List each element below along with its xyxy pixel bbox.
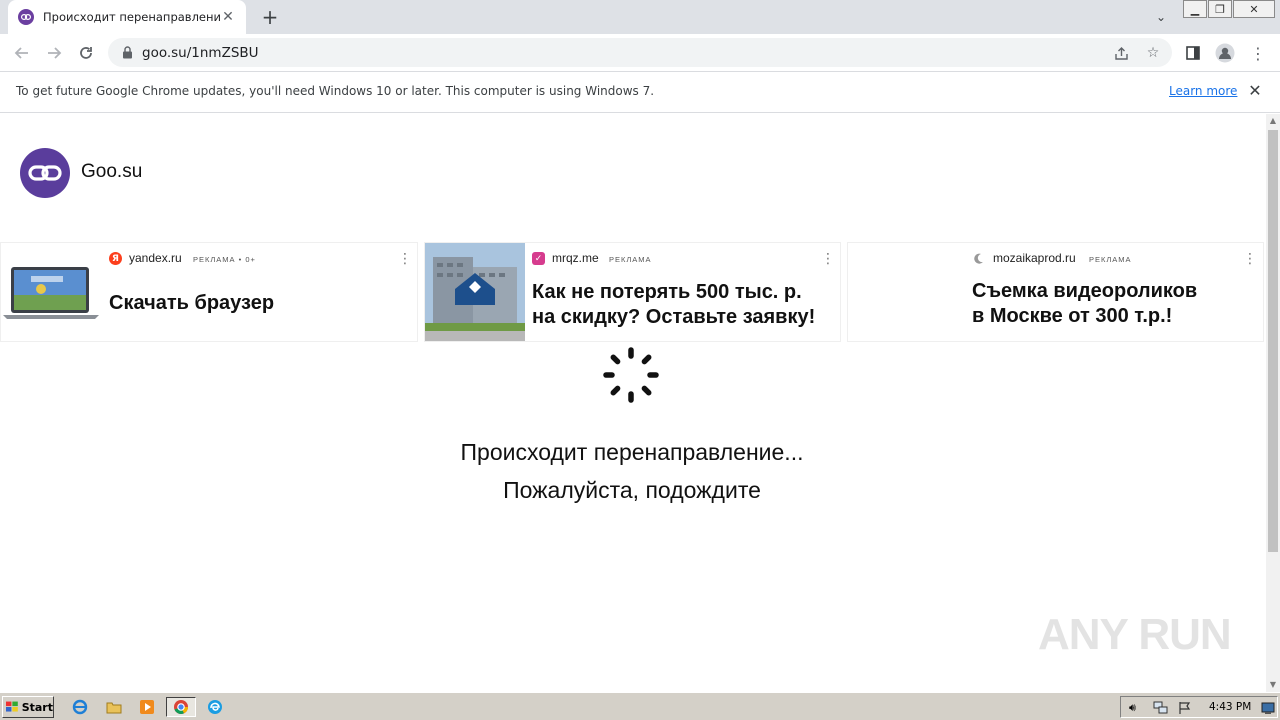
bookmark-star-icon[interactable]: ☆ bbox=[1144, 44, 1162, 62]
system-tray: 🔊︎ 4:43 PM bbox=[1120, 696, 1278, 718]
tab-title: Происходит перенаправление bbox=[43, 10, 220, 24]
ad-title-line1: Как не потерять 500 тыс. р. bbox=[532, 281, 802, 303]
ad-label: РЕКЛАМА • 0+ bbox=[193, 255, 256, 264]
ad-menu-icon[interactable]: ⋮ bbox=[398, 251, 412, 267]
ad-title: Скачать браузер bbox=[109, 292, 275, 314]
ad-card-mrqz[interactable]: ✓ mrqz.me РЕКЛАМА ⋮ Как не потерять 500 … bbox=[424, 242, 841, 342]
close-window-button[interactable]: ✕ bbox=[1233, 0, 1275, 18]
tab-search-chevron-icon[interactable]: ⌄ bbox=[1150, 6, 1172, 28]
laptop-image bbox=[1, 243, 101, 341]
taskbar-clock[interactable]: 4:43 PM bbox=[1209, 701, 1251, 713]
side-panel-icon[interactable] bbox=[1180, 40, 1206, 66]
scroll-up-arrow-icon[interactable]: ▲ bbox=[1266, 114, 1280, 128]
page-scrollbar[interactable]: ▲ ▼ bbox=[1266, 114, 1280, 692]
back-button[interactable] bbox=[9, 40, 35, 66]
forward-button[interactable] bbox=[41, 40, 67, 66]
ad-domain: mrqz.me bbox=[552, 251, 599, 265]
yandex-favicon-icon: Я bbox=[109, 252, 122, 265]
action-center-flag-icon[interactable] bbox=[1178, 700, 1192, 719]
building-image bbox=[425, 243, 525, 341]
volume-icon[interactable]: 🔊︎ bbox=[1129, 701, 1136, 715]
ad-title-line2: в Москве от 300 т.р.! bbox=[972, 305, 1173, 327]
restore-button[interactable]: ❐ bbox=[1208, 0, 1232, 18]
scroll-thumb[interactable] bbox=[1268, 130, 1278, 552]
ad-card-mozaikaprod[interactable]: mozaikaprod.ru РЕКЛАМА ⋮ Съемка видеорол… bbox=[847, 242, 1264, 342]
explorer-folder-icon[interactable] bbox=[103, 697, 125, 717]
windows-logo-icon bbox=[6, 701, 18, 712]
show-desktop-icon[interactable] bbox=[1261, 700, 1275, 719]
goosu-favicon-icon bbox=[18, 9, 34, 25]
redirect-subtitle: Пожалуйста, подождите bbox=[503, 477, 761, 503]
update-infobar: To get future Google Chrome updates, you… bbox=[0, 71, 1280, 113]
ad-domain: yandex.ru bbox=[129, 251, 182, 265]
url-text: goo.su/1nmZSBU bbox=[142, 44, 259, 61]
ad-menu-icon[interactable]: ⋮ bbox=[1243, 251, 1257, 267]
chrome-menu-icon[interactable]: ⋮ bbox=[1245, 40, 1271, 66]
ad-card-yandex[interactable]: Я yandex.ru РЕКЛАМА • 0+ ⋮ Скачать брауз… bbox=[0, 242, 418, 342]
ad-menu-icon[interactable]: ⋮ bbox=[821, 251, 835, 267]
reload-button[interactable] bbox=[73, 40, 99, 66]
address-bar[interactable]: goo.su/1nmZSBU ☆ bbox=[108, 38, 1172, 67]
chrome-taskbar-icon[interactable] bbox=[166, 697, 196, 717]
redirect-title: Происходит перенаправление... bbox=[460, 439, 804, 465]
start-label: Start bbox=[21, 700, 53, 714]
infobar-close-icon[interactable]: ✕ bbox=[1246, 82, 1264, 100]
ad-label: РЕКЛАМА bbox=[1089, 255, 1132, 264]
anyrun-watermark: ANY RUN bbox=[1038, 610, 1232, 659]
infobar-message: To get future Google Chrome updates, you… bbox=[16, 84, 655, 98]
minimize-button[interactable]: ▁ bbox=[1183, 0, 1207, 18]
site-name[interactable]: Goo.su bbox=[81, 161, 142, 183]
tab-strip: Происходит перенаправление ✕ + ⌄ ▁ ❐ ✕ bbox=[0, 0, 1280, 34]
share-icon[interactable] bbox=[1112, 44, 1130, 62]
page-content: Goo.su Я yandex.ru РЕКЛАМА • 0+ ⋮ Скачат… bbox=[0, 114, 1266, 692]
tab-close-icon[interactable]: ✕ bbox=[220, 9, 236, 25]
loading-spinner-icon bbox=[600, 344, 662, 406]
mozaikaprod-favicon-icon bbox=[972, 252, 985, 265]
ad-title-line2: на скидку? Оставьте заявку! bbox=[532, 306, 816, 328]
network-icon[interactable] bbox=[1153, 700, 1169, 719]
mrqz-favicon-icon: ✓ bbox=[532, 252, 545, 265]
ad-domain: mozaikaprod.ru bbox=[993, 251, 1076, 265]
ie-icon[interactable] bbox=[69, 697, 91, 717]
profile-avatar-icon[interactable] bbox=[1212, 40, 1238, 66]
lock-icon[interactable] bbox=[120, 46, 134, 60]
learn-more-link[interactable]: Learn more bbox=[1169, 84, 1237, 98]
tab-active[interactable]: Происходит перенаправление ✕ bbox=[8, 0, 246, 34]
site-logo-icon[interactable] bbox=[20, 148, 70, 198]
start-button[interactable]: Start bbox=[2, 696, 54, 718]
media-player-icon[interactable] bbox=[136, 697, 158, 717]
ad-title-line1: Съемка видеороликов bbox=[972, 280, 1198, 302]
new-tab-button[interactable]: + bbox=[258, 6, 282, 28]
scroll-down-arrow-icon[interactable]: ▼ bbox=[1266, 678, 1280, 692]
ad-label: РЕКЛАМА bbox=[609, 255, 652, 264]
windows-taskbar: Start 🔊︎ 4:43 PM bbox=[0, 692, 1280, 720]
browser-toolbar: goo.su/1nmZSBU ☆ ⋮ bbox=[0, 34, 1280, 71]
edge-icon[interactable] bbox=[204, 697, 226, 717]
